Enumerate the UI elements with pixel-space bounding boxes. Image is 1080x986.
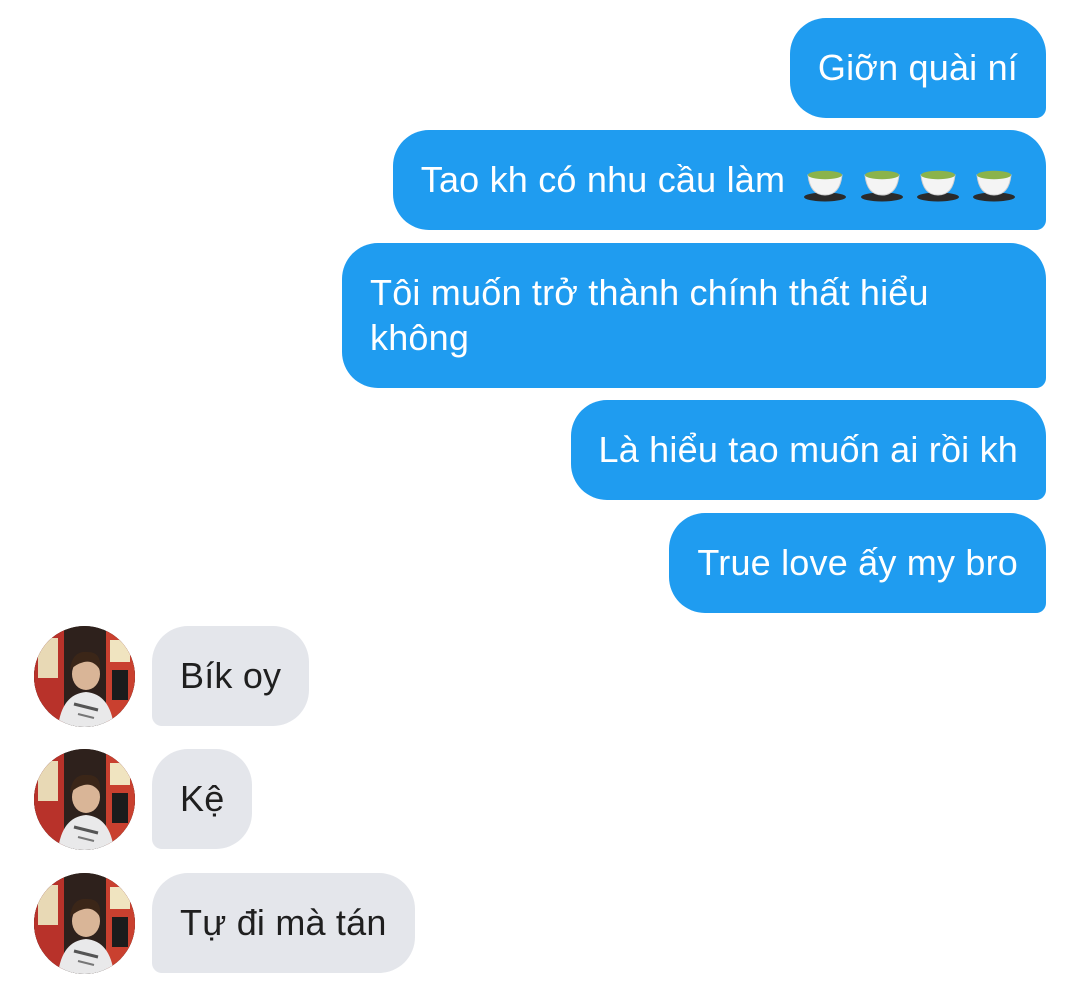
message-text: Tao kh có nhu cầu làm <box>420 159 786 200</box>
message-text-line: không <box>370 317 470 358</box>
avatar[interactable] <box>34 749 135 850</box>
teacup-icon <box>916 171 959 202</box>
emoji-group <box>803 160 1018 205</box>
teacup-icon <box>973 171 1015 202</box>
avatar[interactable] <box>34 626 135 727</box>
message-text: Kệ <box>180 778 225 819</box>
message-text: Tự đi mà tán <box>180 902 387 943</box>
avatar-photo <box>34 749 135 850</box>
message-text: Là hiểu tao muốn ai rồi kh <box>598 429 1018 470</box>
message-text: Giỡn quài ní <box>817 47 1018 88</box>
received-message-bubble[interactable]: Tự đi mà tán <box>152 873 415 973</box>
avatar[interactable] <box>34 873 135 974</box>
avatar-photo <box>34 873 135 974</box>
sent-message-bubble[interactable]: Tao kh có nhu cầu làm <box>392 130 1046 230</box>
sent-message-bubble[interactable]: Tôi muốn trở thành chính thất hiểu không <box>342 243 1046 388</box>
received-message-bubble[interactable]: Bík oy <box>152 626 310 726</box>
sent-message-bubble[interactable]: True love ấy my bro <box>669 513 1046 613</box>
avatar-photo <box>34 626 135 727</box>
teacup-icon <box>860 171 903 202</box>
received-message-bubble[interactable]: Kệ <box>152 749 253 849</box>
teacup-icon <box>804 171 847 202</box>
message-text: True love ấy my bro <box>697 542 1018 583</box>
sent-message-bubble[interactable]: Giỡn quài ní <box>789 18 1046 118</box>
sent-message-bubble[interactable]: Là hiểu tao muốn ai rồi kh <box>570 400 1046 500</box>
message-text: Bík oy <box>180 655 282 696</box>
message-text-line: Tôi muốn trở thành chính thất hiểu <box>370 272 929 313</box>
